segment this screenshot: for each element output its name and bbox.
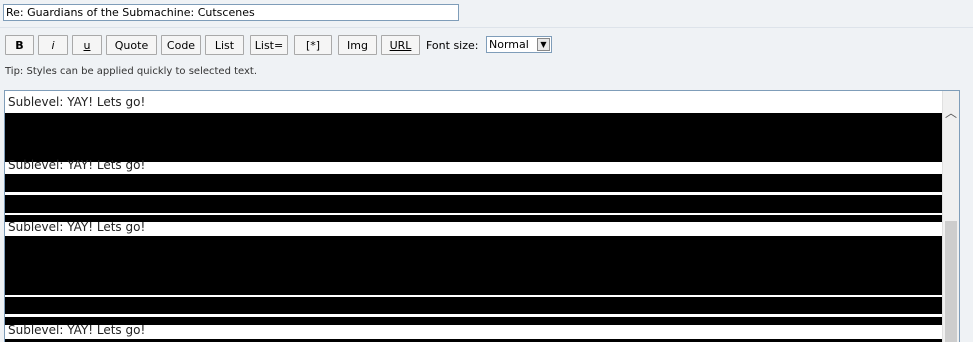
chevron-down-icon[interactable]: ▼ [537, 38, 550, 51]
redacted-block [5, 113, 943, 162]
ordered-list-button[interactable]: List= [250, 35, 288, 55]
list-item-button[interactable]: [*] [294, 35, 332, 55]
redacted-block [5, 236, 943, 295]
redacted-block [5, 174, 943, 192]
redacted-block [5, 195, 943, 213]
redacted-block [5, 297, 943, 314]
tip-text: Tip: Styles can be applied quickly to se… [5, 66, 258, 77]
underline-button[interactable]: u [72, 35, 102, 55]
vertical-scrollbar[interactable]: ︿ [942, 91, 959, 342]
font-size-label: Font size: [426, 39, 479, 52]
img-button[interactable]: Img [338, 35, 377, 55]
list-button[interactable]: List [205, 35, 244, 55]
formatting-toolbar: B i u Quote Code List List= [*] Img URL … [0, 35, 973, 57]
text-line: Sublevel: YAY! Lets go! [8, 220, 146, 234]
redacted-block [5, 215, 943, 222]
url-button[interactable]: URL [381, 35, 420, 55]
bold-button[interactable]: B [5, 35, 34, 55]
subject-input[interactable]: Re: Guardians of the Submachine: Cutscen… [3, 4, 459, 21]
text-line: Sublevel: YAY! Lets go! [8, 323, 146, 337]
font-size-value: Normal [489, 38, 529, 51]
text-line: Sublevel: YAY! Lets go! [8, 158, 146, 172]
text-line: Sublevel: YAY! Lets go! [8, 95, 146, 109]
divider [0, 27, 973, 28]
scrollbar-thumb[interactable] [945, 221, 957, 342]
font-size-select[interactable]: Normal ▼ [486, 36, 552, 53]
message-textarea[interactable]: Sublevel: YAY! Lets go! Sublevel: YAY! L… [4, 90, 960, 342]
code-button[interactable]: Code [161, 35, 201, 55]
message-content: Sublevel: YAY! Lets go! Sublevel: YAY! L… [5, 91, 943, 342]
italic-button[interactable]: i [38, 35, 68, 55]
redacted-block [5, 317, 943, 325]
quote-button[interactable]: Quote [106, 35, 157, 55]
chevron-up-icon[interactable]: ︿ [943, 105, 959, 121]
